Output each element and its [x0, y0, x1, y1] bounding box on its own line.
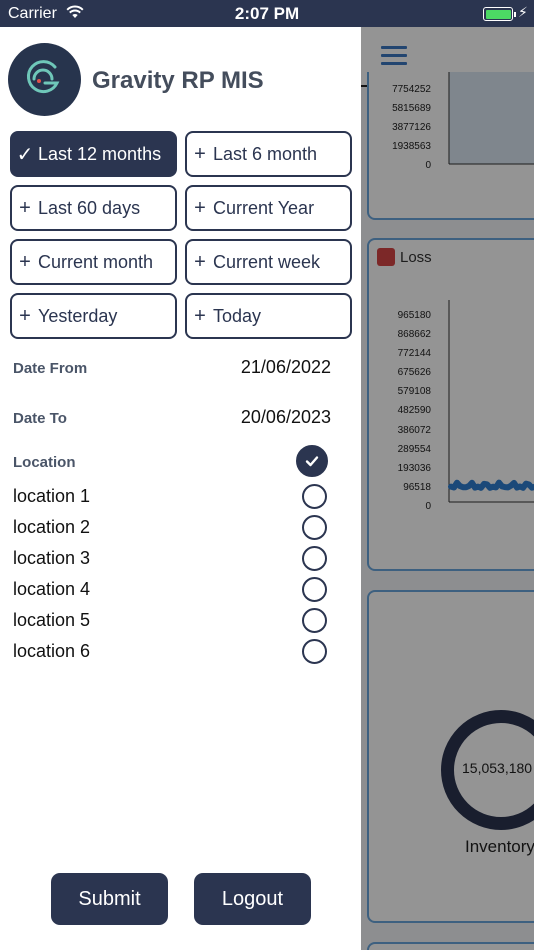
filter-last-60-days[interactable]: + Last 60 days — [10, 185, 177, 231]
app-title: Gravity RP MIS — [92, 67, 264, 94]
plus-icon: + — [194, 196, 206, 219]
filter-drawer: Gravity RP MIS ✓ Last 12 months + Last 6 m… — [0, 27, 361, 950]
checkmark-icon: ✓ — [16, 143, 34, 166]
filter-yesterday[interactable]: + Yesterday — [10, 293, 177, 339]
plus-icon: + — [194, 304, 206, 327]
location-item-5: location 5 — [13, 610, 91, 630]
filter-current-week[interactable]: + Current week — [185, 239, 352, 285]
date-from-value[interactable]: 21/06/2022 — [241, 357, 331, 378]
plus-icon: + — [19, 304, 31, 327]
location-2-radio[interactable] — [302, 515, 327, 540]
location-item-1: location 1 — [13, 486, 91, 506]
date-to-value[interactable]: 20/06/2023 — [241, 407, 331, 428]
location-label: Location — [13, 454, 76, 471]
checkmark-icon — [305, 456, 319, 467]
location-item-3: location 3 — [13, 548, 91, 568]
location-1-radio[interactable] — [302, 484, 327, 509]
clock: 2:07 PM — [234, 4, 300, 23]
charging-icon: ⚡ — [518, 4, 528, 20]
location-5-radio[interactable] — [302, 608, 327, 633]
logout-button[interactable]: Logout — [194, 873, 311, 925]
filter-last-12-months[interactable]: ✓ Last 12 months — [10, 131, 177, 177]
logo-icon — [8, 43, 81, 116]
filter-today[interactable]: + Today — [185, 293, 352, 339]
drawer-overlay[interactable] — [361, 27, 534, 950]
submit-button[interactable]: Submit — [51, 873, 168, 925]
plus-icon: + — [194, 250, 206, 273]
screen: Carrier 2:07 PM ⚡ 7754252 5815689 3877126 1… — [0, 0, 534, 950]
plus-icon: + — [194, 142, 206, 165]
plus-icon: + — [19, 196, 31, 219]
filter-current-month[interactable]: + Current month — [10, 239, 177, 285]
filter-last-6-month[interactable]: + Last 6 month — [185, 131, 352, 177]
location-6-radio[interactable] — [302, 639, 327, 664]
battery-icon — [483, 7, 516, 21]
filter-current-year[interactable]: + Current Year — [185, 185, 352, 231]
location-all-checkbox[interactable] — [296, 445, 328, 477]
location-item-4: location 4 — [13, 579, 91, 599]
location-3-radio[interactable] — [302, 546, 327, 571]
location-4-radio[interactable] — [302, 577, 327, 602]
status-bar: Carrier 2:07 PM ⚡ — [0, 0, 534, 27]
plus-icon: + — [19, 250, 31, 273]
date-to-label: Date To — [13, 410, 67, 427]
location-item-2: location 2 — [13, 517, 91, 537]
location-item-6: location 6 — [13, 641, 91, 661]
date-from-label: Date From — [13, 360, 88, 377]
